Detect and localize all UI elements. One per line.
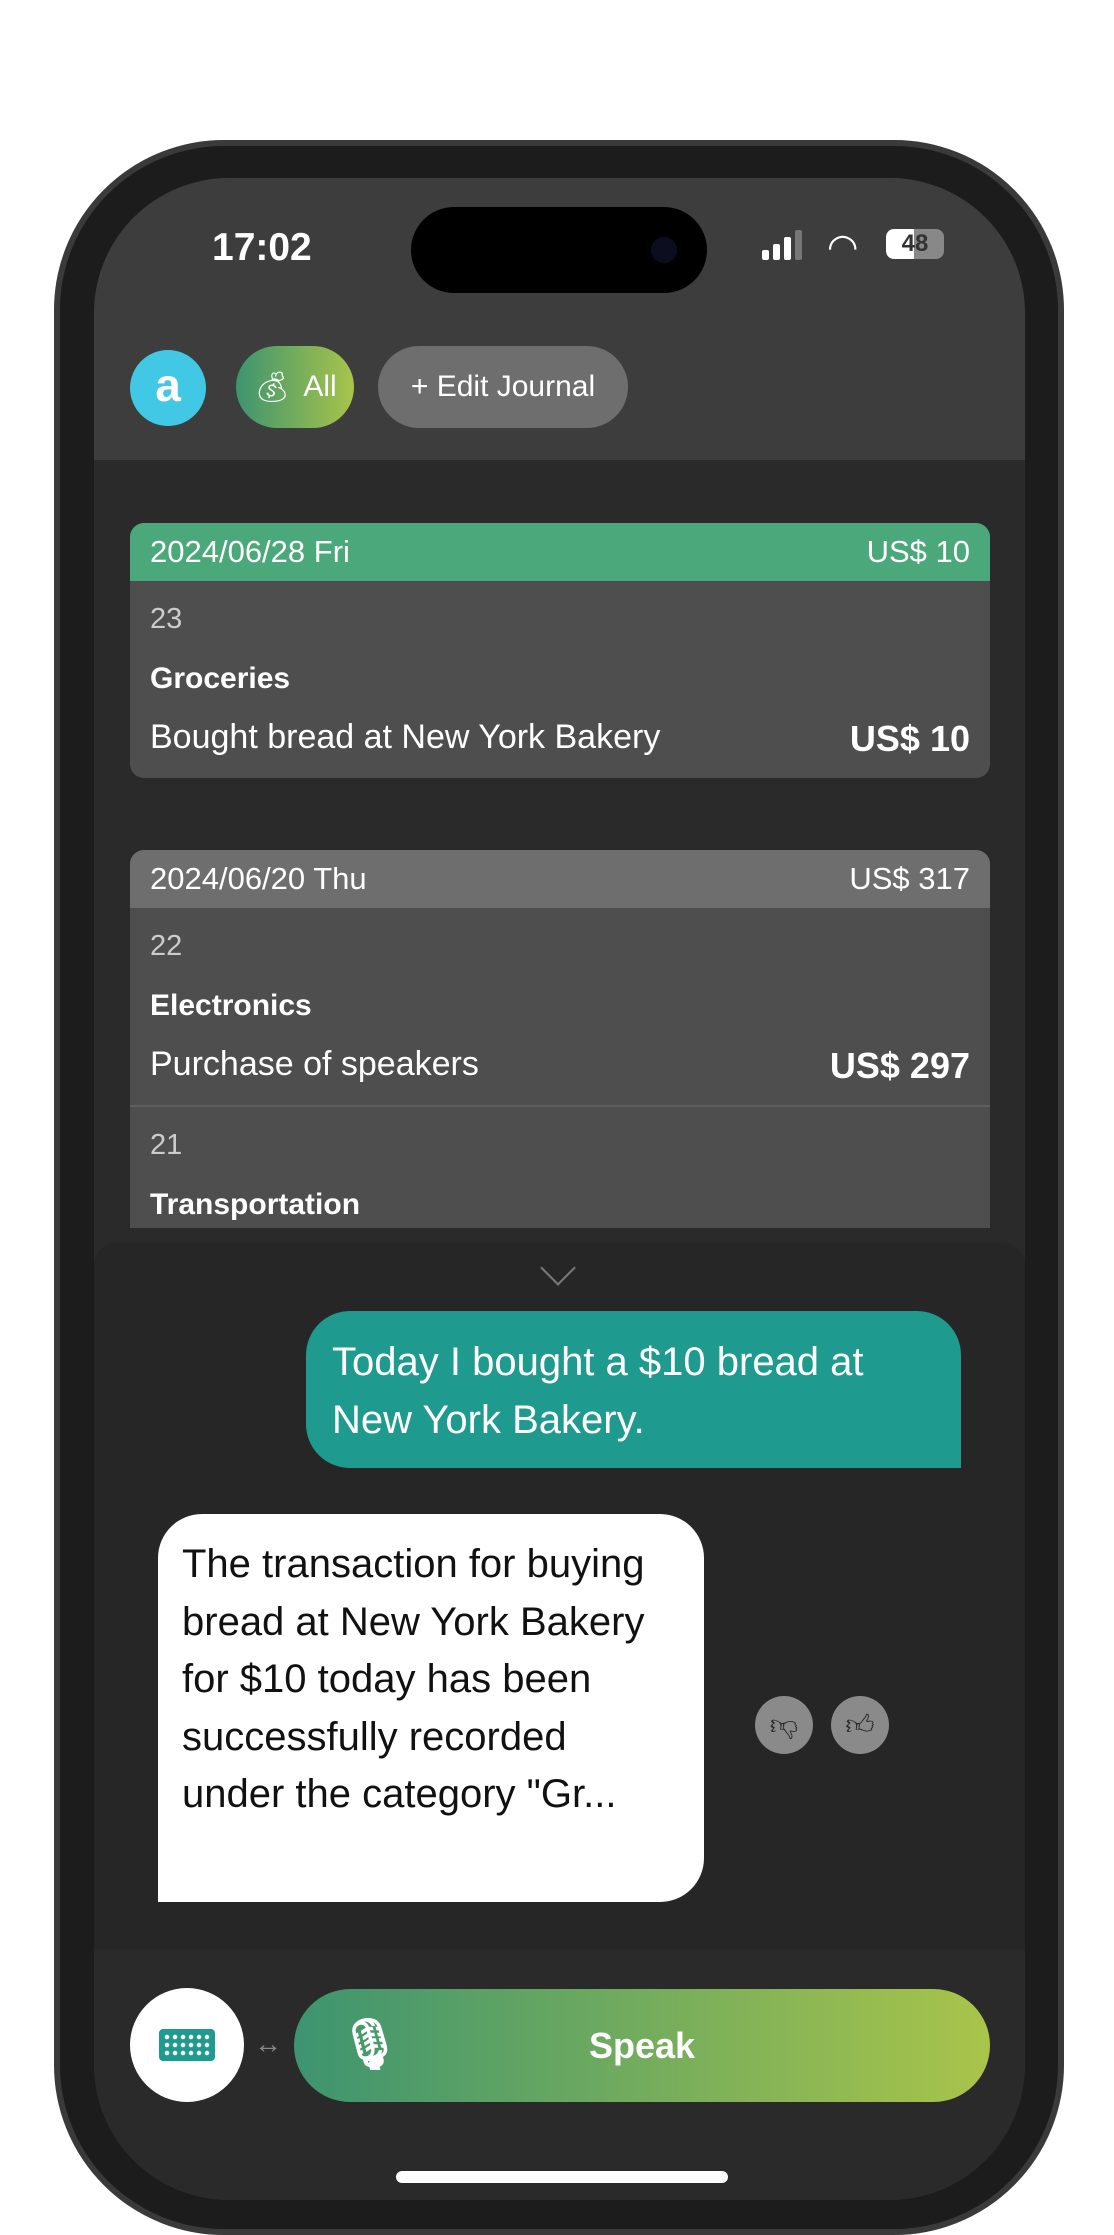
app-screen: 17:02 ◠ 48 a 💰︎ All + Edit Journal 2024/0… bbox=[94, 178, 1025, 2200]
journal-day-card: 2024/06/20 Thu US$ 317 22 Electronics Pur… bbox=[130, 850, 990, 1228]
chat-panel: Today I bought a $10 bread at New York B… bbox=[94, 1242, 1025, 1950]
status-time: 17:02 bbox=[212, 226, 312, 269]
keyboard-button[interactable] bbox=[130, 1988, 244, 2102]
edit-journal-button[interactable]: + Edit Journal bbox=[378, 346, 628, 428]
money-bag-icon: 💰︎ bbox=[253, 370, 292, 404]
swap-icon: ↔ bbox=[254, 2028, 282, 2059]
chevron-down-icon[interactable] bbox=[540, 1250, 576, 1286]
wifi-icon: ◠ bbox=[827, 226, 859, 267]
day-header: 2024/06/20 Thu US$ 317 bbox=[130, 850, 990, 908]
home-indicator bbox=[396, 2171, 728, 2183]
day-header: 2024/06/28 Fri US$ 10 bbox=[130, 523, 990, 581]
dynamic-island bbox=[411, 207, 707, 293]
thumbs-down-icon[interactable]: 👎︎ bbox=[755, 1696, 813, 1754]
assistant-message[interactable]: The transaction for buying bread at New … bbox=[158, 1514, 704, 1902]
journal-entry[interactable]: 21 Transportation bbox=[130, 1107, 990, 1222]
keyboard-icon bbox=[159, 2029, 215, 2061]
camera-icon bbox=[651, 237, 677, 263]
journal-entry[interactable]: 22 Electronics Purchase of speakers US$ 2… bbox=[130, 908, 990, 1107]
journal-entry[interactable]: 23 Groceries Bought bread at New York Ba… bbox=[130, 581, 990, 778]
speak-button[interactable]: 🎙︎ Speak bbox=[294, 1989, 990, 2102]
signal-icon bbox=[762, 230, 802, 260]
battery-icon: 48 bbox=[886, 229, 944, 259]
input-bar: ↔ 🎙︎ Speak bbox=[94, 1950, 1025, 2200]
thumbs-up-icon[interactable]: 👍︎ bbox=[831, 1696, 889, 1754]
avatar[interactable]: a bbox=[130, 350, 206, 426]
journal-day-card: 2024/06/28 Fri US$ 10 23 Groceries Bought… bbox=[130, 523, 990, 778]
filter-all-button[interactable]: 💰︎ All bbox=[236, 346, 354, 428]
header: 17:02 ◠ 48 a 💰︎ All + Edit Journal bbox=[94, 178, 1025, 460]
user-message: Today I bought a $10 bread at New York B… bbox=[306, 1311, 961, 1468]
microphone-icon: 🎙︎ bbox=[338, 2016, 402, 2072]
